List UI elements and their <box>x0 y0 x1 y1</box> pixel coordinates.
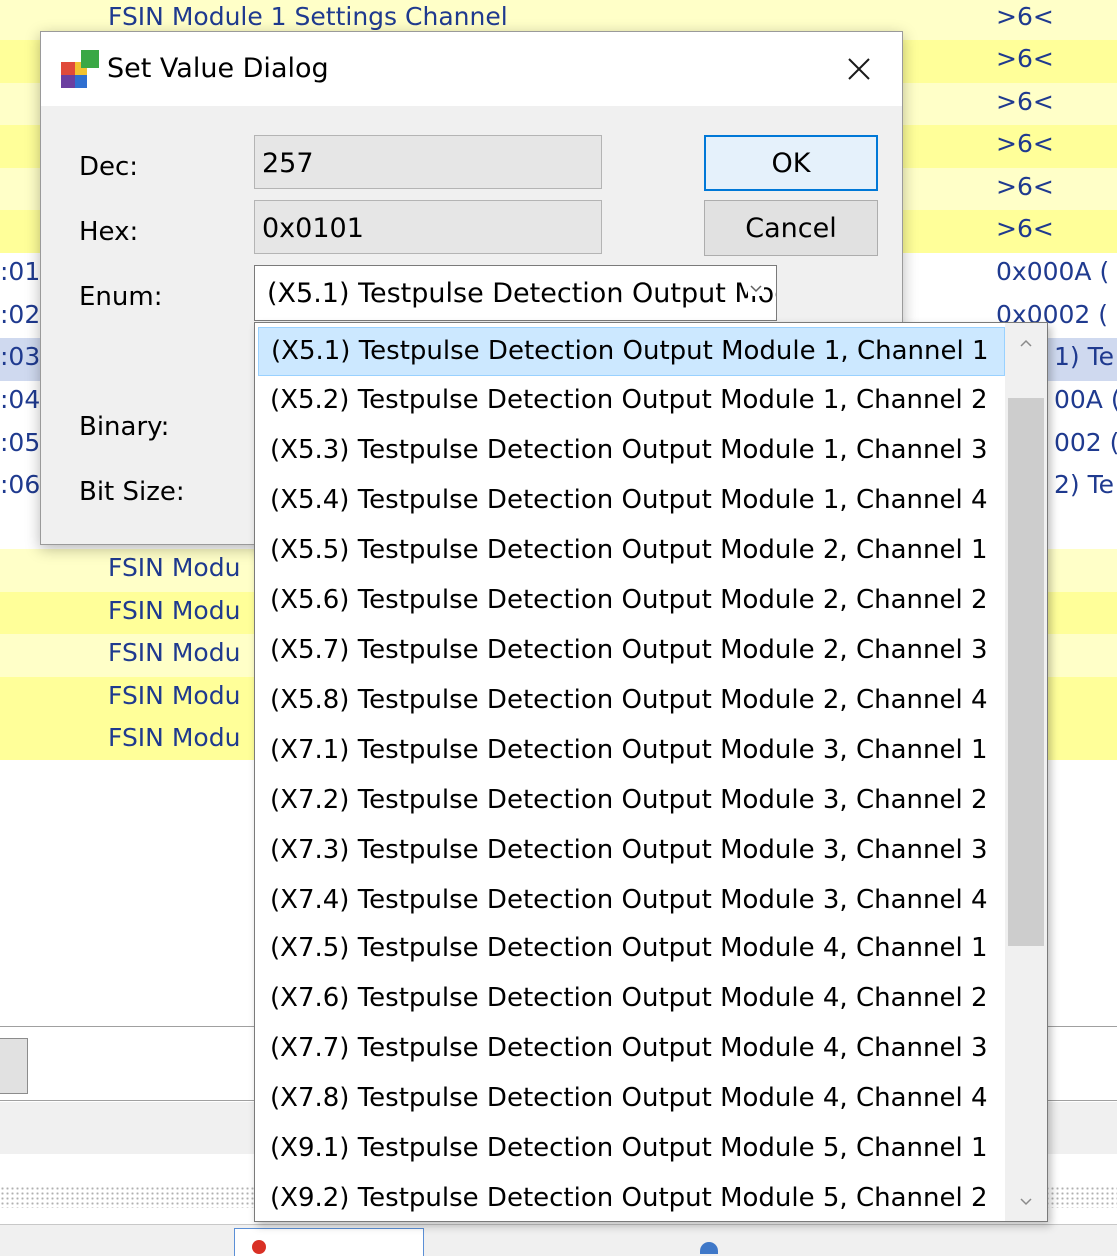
row-label: FSIN Module 1 Settings Channel <box>108 2 508 31</box>
list-item[interactable]: (X7.5) Testpulse Detection Output Module… <box>258 925 1005 974</box>
binary-label: Binary: <box>79 412 170 442</box>
chevron-down-icon <box>1020 1198 1032 1206</box>
scrollbar-thumb[interactable] <box>1008 398 1044 946</box>
hex-label: Hex: <box>79 217 139 247</box>
list-item[interactable]: (X7.6) Testpulse Detection Output Module… <box>258 975 1005 1024</box>
info-icon <box>700 1242 718 1254</box>
close-icon <box>848 58 870 80</box>
chevron-up-icon <box>1020 339 1032 347</box>
list-item[interactable]: (X7.4) Testpulse Detection Output Module… <box>258 877 1005 926</box>
row-value: >6< <box>996 172 1054 201</box>
row-value: 002 ( <box>1054 428 1117 457</box>
row-label: FSIN Modu <box>108 638 241 667</box>
row-value: >6< <box>996 2 1054 31</box>
row-value: >6< <box>996 87 1054 116</box>
close-button[interactable] <box>816 32 902 106</box>
bit-size-label: Bit Size: <box>79 477 185 507</box>
list-item[interactable]: (X5.6) Testpulse Detection Output Module… <box>258 577 1005 626</box>
list-item[interactable]: (X5.3) Testpulse Detection Output Module… <box>258 427 1005 476</box>
list-item[interactable]: (X7.2) Testpulse Detection Output Module… <box>258 777 1005 826</box>
row-label: FSIN Modu <box>108 681 241 710</box>
row-label: FSIN Modu <box>108 723 241 752</box>
row-value: >6< <box>996 44 1054 73</box>
enum-selected-value: (X5.1) Testpulse Detection Output Module… <box>267 278 776 309</box>
dec-field[interactable]: 257 <box>254 135 602 189</box>
cancel-button[interactable]: Cancel <box>704 200 878 256</box>
scroll-up-button[interactable] <box>1005 323 1047 363</box>
list-item[interactable]: (X5.2) Testpulse Detection Output Module… <box>258 377 1005 426</box>
row-value: 00A ( <box>1054 385 1117 414</box>
list-item[interactable]: (X5.8) Testpulse Detection Output Module… <box>258 677 1005 726</box>
row-index: :05 <box>0 428 41 457</box>
list-item[interactable]: (X7.3) Testpulse Detection Output Module… <box>258 827 1005 876</box>
enum-label: Enum: <box>79 282 163 312</box>
row-index: :03 <box>0 342 41 371</box>
dialog-titlebar[interactable]: Set Value Dialog <box>41 32 902 106</box>
dialog-title: Set Value Dialog <box>107 53 329 84</box>
dec-label: Dec: <box>79 152 139 182</box>
enum-dropdown-list[interactable]: (X5.1) Testpulse Detection Output Module… <box>254 322 1048 1222</box>
row-label: FSIN Modu <box>108 596 241 625</box>
hex-field[interactable]: 0x0101 <box>254 200 602 254</box>
scroll-down-button[interactable] <box>1005 1181 1047 1221</box>
row-value: >6< <box>996 129 1054 158</box>
ok-button[interactable]: OK <box>704 135 878 191</box>
row-index: :06 <box>0 470 41 499</box>
row-index: :02 <box>0 300 41 329</box>
list-item[interactable]: (X7.1) Testpulse Detection Output Module… <box>258 727 1005 776</box>
list-item[interactable]: (X5.5) Testpulse Detection Output Module… <box>258 527 1005 576</box>
row-value: >6< <box>996 214 1054 243</box>
enum-combobox[interactable]: (X5.1) Testpulse Detection Output Module… <box>254 265 777 321</box>
row-value: 2) Te <box>1054 470 1115 499</box>
list-item[interactable]: (X5.4) Testpulse Detection Output Module… <box>258 477 1005 526</box>
row-index: :04 <box>0 385 41 414</box>
background-button[interactable] <box>0 1038 28 1094</box>
row-value: 0x000A ( <box>996 257 1110 286</box>
list-item[interactable]: (X7.7) Testpulse Detection Output Module… <box>258 1025 1005 1074</box>
status-error-icon <box>252 1240 266 1254</box>
list-item[interactable]: (X9.1) Testpulse Detection Output Module… <box>258 1125 1005 1174</box>
row-value: 1) Te <box>1054 342 1115 371</box>
bottom-tab-strip <box>0 1224 1117 1256</box>
row-index: :01 <box>0 257 41 286</box>
dropdown-scrollbar[interactable] <box>1005 323 1047 1221</box>
chevron-down-icon <box>748 280 764 296</box>
row-label: FSIN Modu <box>108 553 241 582</box>
list-item[interactable]: (X9.2) Testpulse Detection Output Module… <box>258 1175 1005 1224</box>
list-item[interactable]: (X5.7) Testpulse Detection Output Module… <box>258 627 1005 676</box>
list-item[interactable]: (X5.1) Testpulse Detection Output Module… <box>258 327 1005 376</box>
app-window-icon <box>61 50 99 88</box>
list-item[interactable]: (X7.8) Testpulse Detection Output Module… <box>258 1075 1005 1124</box>
